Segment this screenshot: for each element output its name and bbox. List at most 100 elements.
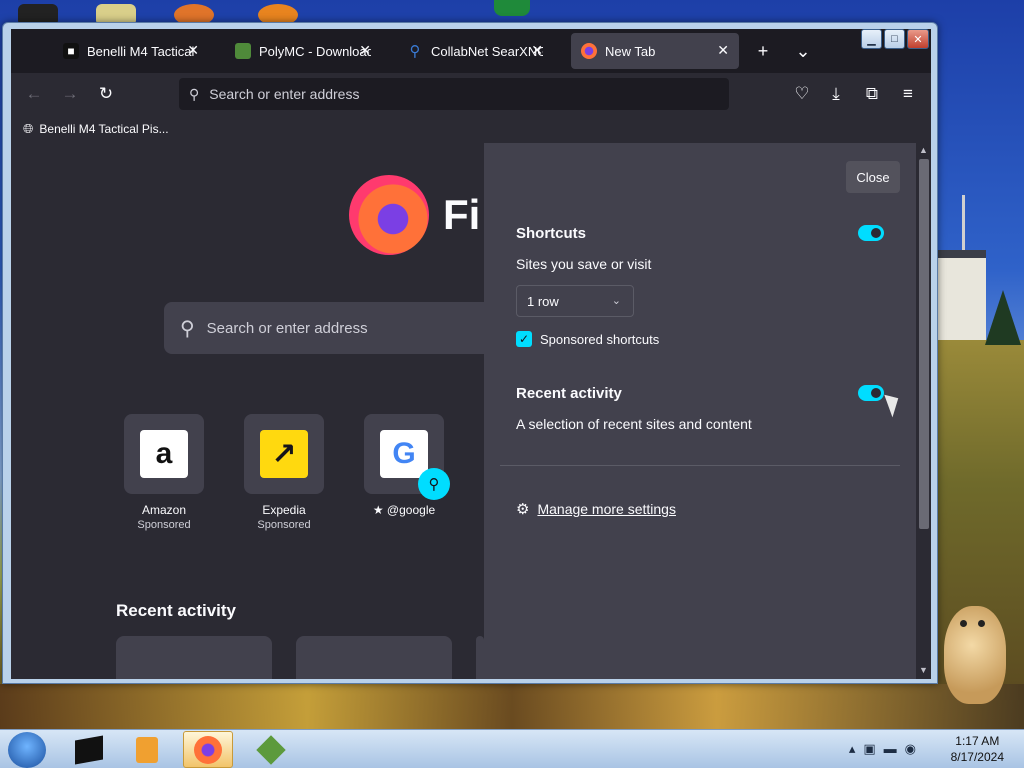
recent-activity-title: Recent activity bbox=[516, 385, 622, 402]
bookmark-item[interactable]: Benelli M4 Tactical Pis... bbox=[39, 122, 168, 136]
scrollbar[interactable]: ▲ ▼ bbox=[917, 143, 931, 679]
tab-title: Benelli M4 Tactical Pi bbox=[87, 43, 199, 59]
taskbar-app-media[interactable] bbox=[122, 731, 172, 768]
start-button[interactable] bbox=[8, 732, 46, 768]
minimize-button[interactable]: ▁ bbox=[861, 29, 882, 49]
close-tab-icon[interactable]: ✕ bbox=[531, 42, 543, 59]
taskbar: ▴ ▣ ▬ ◉ 1:17 AM 8/17/2024 bbox=[0, 729, 1024, 768]
tab-title: PolyMC - Download P bbox=[259, 43, 371, 59]
forward-icon[interactable]: → bbox=[59, 84, 81, 104]
manage-settings-link[interactable]: ⚙ Manage more settings bbox=[516, 500, 676, 518]
clock-date: 8/17/2024 bbox=[950, 750, 1004, 764]
tray-expand-icon[interactable]: ▴ bbox=[849, 741, 856, 757]
globe-icon: 🌐︎ bbox=[23, 121, 34, 136]
new-tab-button[interactable]: + bbox=[751, 41, 775, 62]
tab-list-button[interactable]: ⌄ bbox=[791, 41, 815, 62]
rows-select[interactable]: 1 row ⌄ bbox=[516, 285, 634, 317]
sponsored-shortcuts-checkbox[interactable]: ✓ bbox=[516, 331, 532, 347]
divider bbox=[500, 465, 900, 466]
close-window-button[interactable]: ✕ bbox=[907, 29, 929, 49]
nav-bar: ← → ↻ ⚲ Search or enter address ♡ ⤓ ⧉ ≡ bbox=[11, 73, 931, 115]
google-icon: G bbox=[380, 430, 428, 478]
shield-favicon-icon: ■ bbox=[63, 43, 79, 59]
search-icon: ⚲ bbox=[180, 317, 195, 340]
clock[interactable]: 1:17 AM 8/17/2024 bbox=[951, 733, 1004, 765]
close-button[interactable]: Close bbox=[846, 161, 900, 193]
taskbar-app-polymc[interactable] bbox=[246, 731, 296, 768]
tab-polymc[interactable]: PolyMC - Download P ✕ bbox=[225, 33, 381, 69]
new-tab-page: Fi ⚲ Search or enter address a Amazon Sp… bbox=[11, 143, 931, 679]
reload-icon[interactable]: ↻ bbox=[95, 84, 117, 104]
taskbar-app-terminal[interactable] bbox=[64, 731, 114, 768]
firefox-logo-icon bbox=[349, 175, 429, 255]
shortcut-tile[interactable]: a bbox=[124, 414, 204, 494]
shortcuts-toggle[interactable] bbox=[858, 225, 884, 241]
shortcut-label: ★ @google bbox=[372, 503, 436, 517]
url-bar[interactable]: ⚲ Search or enter address bbox=[179, 78, 729, 110]
tray-network-icon[interactable]: ▬ bbox=[884, 741, 897, 757]
customize-panel: Close Shortcuts Sites you save or visit … bbox=[484, 143, 916, 679]
shortcuts-title: Shortcuts bbox=[516, 225, 587, 242]
amazon-icon: a bbox=[140, 430, 188, 478]
close-tab-icon[interactable]: ✕ bbox=[717, 42, 729, 59]
close-tab-icon[interactable]: ✕ bbox=[359, 42, 371, 59]
taskbar-app-firefox[interactable] bbox=[183, 731, 233, 768]
gear-icon: ⚙ bbox=[516, 501, 530, 518]
shortcut-expedia[interactable]: ↗ Expedia Sponsored bbox=[234, 414, 334, 531]
chevron-down-icon: ⌄ bbox=[611, 295, 621, 307]
extensions-icon[interactable]: ⧉ bbox=[861, 84, 883, 104]
menu-icon[interactable]: ≡ bbox=[897, 84, 919, 104]
desktop-rocks bbox=[0, 684, 1024, 729]
search-shortcut-badge-icon: ⚲ bbox=[418, 468, 450, 500]
manage-settings-label: Manage more settings bbox=[537, 501, 676, 517]
polymc-favicon-icon bbox=[235, 43, 251, 59]
sponsored-shortcuts-row[interactable]: ✓ Sponsored shortcuts bbox=[516, 331, 659, 347]
shortcut-tile[interactable]: G ⚲ bbox=[364, 414, 450, 500]
tab-benelli[interactable]: ■ Benelli M4 Tactical Pi ✕ bbox=[53, 33, 209, 69]
desktop-house bbox=[936, 250, 986, 340]
desktop-icon-5[interactable] bbox=[494, 0, 530, 16]
desktop-tree bbox=[985, 290, 1021, 345]
terminal-icon bbox=[75, 735, 103, 764]
scroll-up-icon[interactable]: ▲ bbox=[919, 145, 928, 155]
search-icon: ⚲ bbox=[189, 85, 200, 102]
shortcuts-description: Sites you save or visit bbox=[516, 256, 652, 272]
hamster-eye bbox=[978, 620, 985, 627]
firefox-wordmark: Fi bbox=[443, 191, 481, 238]
shortcut-tile[interactable]: ↗ bbox=[244, 414, 324, 494]
polymc-icon bbox=[256, 734, 286, 765]
recent-activity-description: A selection of recent sites and content bbox=[516, 416, 752, 432]
newtab-search-placeholder: Search or enter address bbox=[206, 319, 368, 337]
clock-time: 1:17 AM bbox=[955, 734, 1000, 748]
scrollbar-thumb[interactable] bbox=[919, 159, 929, 529]
expedia-icon: ↗ bbox=[260, 430, 308, 478]
pocket-icon[interactable]: ♡ bbox=[791, 84, 813, 104]
maximize-button[interactable]: □ bbox=[884, 29, 905, 49]
recent-activity-heading: Recent activity bbox=[116, 601, 236, 620]
hamster-desktop-pet[interactable] bbox=[944, 606, 1006, 704]
shortcut-sponsored: Sponsored bbox=[137, 519, 191, 531]
newtab-search-input[interactable]: ⚲ Search or enter address bbox=[164, 302, 494, 354]
tray-volume-icon[interactable]: ◉ bbox=[905, 741, 916, 757]
media-player-icon bbox=[136, 736, 158, 763]
recent-card[interactable] bbox=[476, 636, 484, 679]
recent-card[interactable] bbox=[296, 636, 452, 679]
back-icon[interactable]: ← bbox=[23, 84, 45, 104]
url-placeholder: Search or enter address bbox=[209, 86, 360, 102]
download-icon[interactable]: ⤓ bbox=[825, 84, 847, 104]
tab-searxng[interactable]: ⚲ CollabNet SearXNG ✕ bbox=[397, 33, 553, 69]
tab-title: New Tab bbox=[605, 43, 656, 59]
shortcut-sponsored: Sponsored bbox=[257, 519, 311, 531]
shortcut-label: Amazon bbox=[141, 503, 187, 517]
system-tray: ▴ ▣ ▬ ◉ bbox=[849, 741, 916, 757]
search-favicon-icon: ⚲ bbox=[409, 43, 421, 60]
recent-activity-toggle[interactable] bbox=[858, 385, 884, 401]
shortcut-amazon[interactable]: a Amazon Sponsored bbox=[114, 414, 214, 531]
scroll-down-icon[interactable]: ▼ bbox=[919, 665, 928, 675]
shortcut-google[interactable]: G ⚲ ★ @google bbox=[354, 414, 454, 517]
tray-app-icon[interactable]: ▣ bbox=[863, 741, 875, 757]
firefox-favicon-icon bbox=[581, 43, 597, 59]
recent-card[interactable] bbox=[116, 636, 272, 679]
close-tab-icon[interactable]: ✕ bbox=[187, 42, 199, 59]
tab-new-tab[interactable]: New Tab ✕ bbox=[571, 33, 739, 69]
